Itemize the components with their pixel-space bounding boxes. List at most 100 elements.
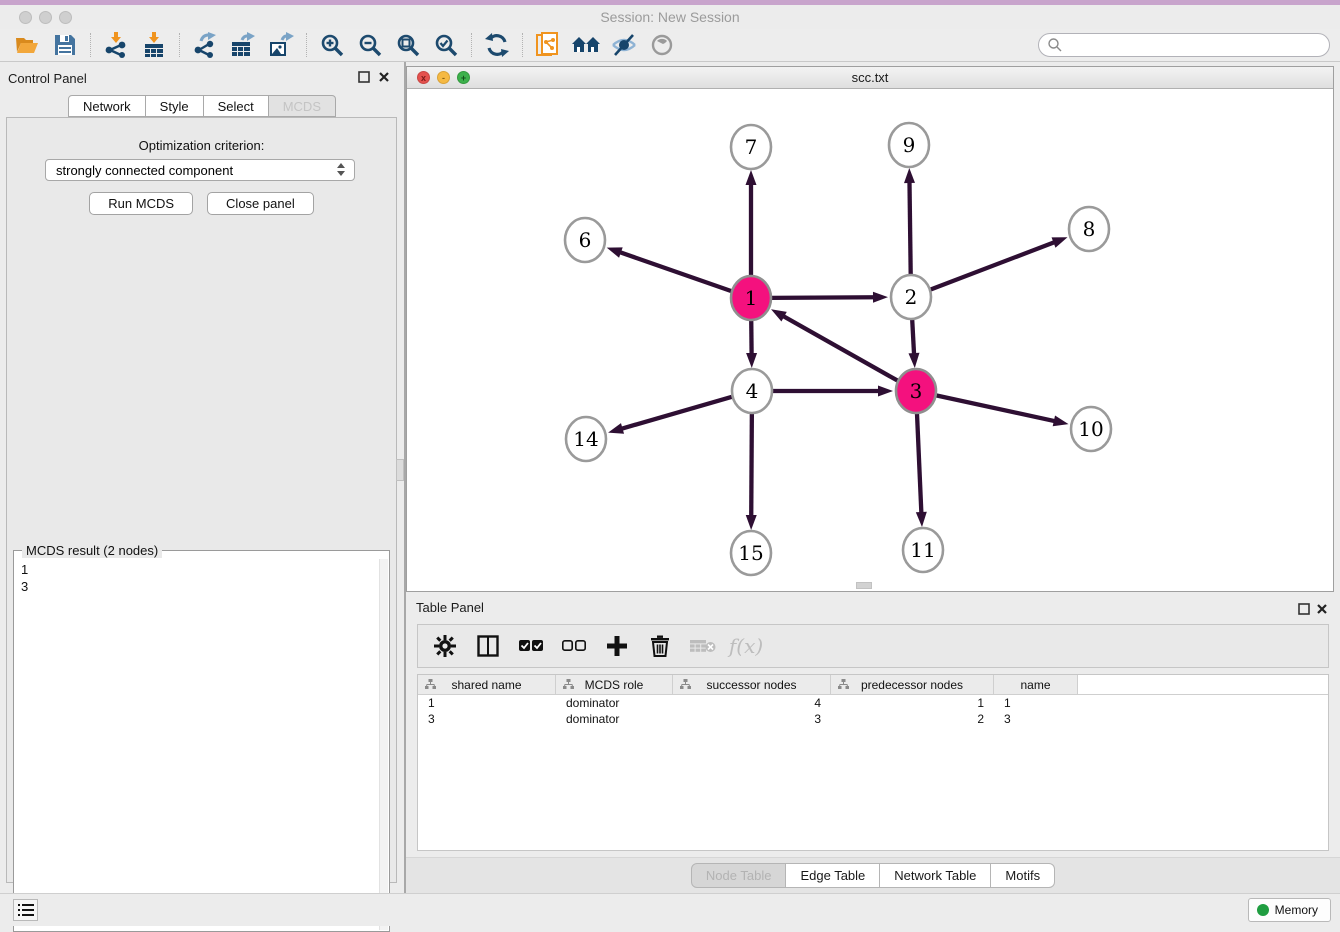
- graph-node-10[interactable]: 10: [1071, 407, 1111, 451]
- column-header-successor-nodes[interactable]: successor nodes: [673, 675, 831, 694]
- table-cell[interactable]: dominator: [556, 695, 673, 711]
- export-network-icon[interactable]: [186, 31, 224, 59]
- app-titlebar: Session: New Session: [0, 5, 1340, 29]
- graph-edge-3-1[interactable]: [781, 315, 898, 381]
- import-table-icon[interactable]: [135, 31, 173, 59]
- mcds-result-list[interactable]: 1 3: [15, 559, 378, 930]
- close-panel-icon[interactable]: [378, 71, 390, 83]
- graph-edge-3-10[interactable]: [936, 395, 1057, 421]
- result-scrollbar[interactable]: [379, 559, 388, 930]
- table-cell[interactable]: 3: [994, 711, 1078, 727]
- network-window-titlebar[interactable]: x - + scc.txt: [407, 67, 1333, 89]
- table-settings-gear-icon[interactable]: [432, 633, 458, 659]
- close-panel-button[interactable]: Close panel: [207, 192, 314, 215]
- tab-motifs[interactable]: Motifs: [991, 863, 1055, 888]
- float-panel-icon[interactable]: [358, 71, 370, 83]
- graph-node-label: 10: [1078, 417, 1103, 441]
- column-header-label: MCDS role: [585, 678, 644, 692]
- delete-table-icon[interactable]: [690, 633, 716, 659]
- graph-edge-1-2[interactable]: [771, 297, 876, 298]
- table-cell[interactable]: 1: [418, 695, 556, 711]
- column-header-MCDS-role[interactable]: MCDS role: [556, 675, 673, 694]
- graph-node-6[interactable]: 6: [565, 218, 605, 262]
- show-column-panel-icon[interactable]: [475, 633, 501, 659]
- column-header-shared-name[interactable]: shared name: [418, 675, 556, 694]
- refresh-layout-icon[interactable]: [478, 31, 516, 59]
- zoom-out-icon[interactable]: [351, 31, 389, 59]
- graph-node-1[interactable]: 1: [731, 276, 771, 320]
- node-table[interactable]: shared name MCDS role successor nodes prede…: [417, 674, 1329, 851]
- graph-node-8[interactable]: 8: [1069, 207, 1109, 251]
- export-table-icon[interactable]: [224, 31, 262, 59]
- table-cell[interactable]: 1: [994, 695, 1078, 711]
- memory-label: Memory: [1275, 903, 1318, 917]
- delete-column-trash-icon[interactable]: [647, 633, 673, 659]
- graph-edge-arrowhead: [771, 309, 787, 321]
- column-header-label: predecessor nodes: [861, 678, 963, 692]
- new-network-from-selection-icon[interactable]: [529, 31, 567, 59]
- search-input[interactable]: [1069, 38, 1329, 52]
- graph-node-3[interactable]: 3: [896, 369, 936, 413]
- zoom-in-icon[interactable]: [313, 31, 351, 59]
- graph-node-2[interactable]: 2: [891, 275, 931, 319]
- run-mcds-button[interactable]: Run MCDS: [89, 192, 193, 215]
- network-graph[interactable]: 7 9 6 8 1 2 4 3 14 10 15 11: [407, 89, 1333, 591]
- create-column-plus-icon[interactable]: [604, 633, 630, 659]
- export-image-icon[interactable]: [262, 31, 300, 59]
- home-ndex-icon[interactable]: [567, 31, 605, 59]
- graph-node-14[interactable]: 14: [566, 417, 606, 461]
- graph-node-7[interactable]: 7: [731, 125, 771, 169]
- float-panel-icon[interactable]: [1298, 603, 1310, 615]
- graph-node-15[interactable]: 15: [731, 531, 771, 575]
- graph-node-11[interactable]: 11: [903, 528, 943, 572]
- memory-button[interactable]: Memory: [1248, 898, 1331, 922]
- save-session-icon[interactable]: [46, 31, 84, 59]
- graph-edge-4-14[interactable]: [620, 397, 733, 430]
- mcds-result-box: MCDS result (2 nodes) 1 3: [13, 550, 390, 932]
- zoom-fit-icon[interactable]: [389, 31, 427, 59]
- column-header-name[interactable]: name: [994, 675, 1078, 694]
- tab-style[interactable]: Style: [146, 95, 204, 117]
- open-file-icon[interactable]: [8, 31, 46, 59]
- graph-edge-1-6[interactable]: [618, 252, 732, 292]
- graph-node-9[interactable]: 9: [889, 123, 929, 167]
- graph-node-label: 1: [745, 286, 758, 310]
- tab-edge-table[interactable]: Edge Table: [786, 863, 880, 888]
- hide-selected-icon[interactable]: [605, 31, 643, 59]
- task-history-button[interactable]: [13, 899, 38, 921]
- graph-edge-2-3[interactable]: [912, 317, 914, 356]
- graph-edge-3-11[interactable]: [917, 411, 922, 515]
- function-builder-icon[interactable]: f(x): [733, 633, 759, 659]
- tab-network[interactable]: Network: [68, 95, 146, 117]
- graph-edge-4-15[interactable]: [751, 411, 752, 518]
- table-cell[interactable]: 4: [673, 695, 831, 711]
- tab-select[interactable]: Select: [204, 95, 269, 117]
- tab-network-table[interactable]: Network Table: [880, 863, 991, 888]
- select-all-icon[interactable]: [518, 633, 544, 659]
- main-window: Session: New Session: [0, 0, 1340, 926]
- table-cell[interactable]: 1: [831, 695, 994, 711]
- table-row[interactable]: 1dominator411: [418, 695, 1328, 711]
- graph-node-4[interactable]: 4: [732, 369, 772, 413]
- table-cell[interactable]: 3: [418, 711, 556, 727]
- criterion-dropdown[interactable]: strongly connected component: [45, 159, 355, 181]
- splitter-grip[interactable]: [396, 459, 404, 481]
- column-header-predecessor-nodes[interactable]: predecessor nodes: [831, 675, 994, 694]
- tab-mcds[interactable]: MCDS: [269, 95, 336, 117]
- zoom-selected-icon[interactable]: [427, 31, 465, 59]
- import-network-icon[interactable]: [97, 31, 135, 59]
- table-cell[interactable]: 3: [673, 711, 831, 727]
- show-all-icon[interactable]: [643, 31, 681, 59]
- graph-edge-2-8[interactable]: [930, 241, 1057, 289]
- memory-status-icon: [1257, 904, 1269, 916]
- network-canvas[interactable]: 7 9 6 8 1 2 4 3 14 10 15 11: [407, 89, 1333, 591]
- search-field[interactable]: [1038, 33, 1330, 57]
- graph-edge-2-9[interactable]: [909, 180, 910, 277]
- table-cell[interactable]: 2: [831, 711, 994, 727]
- table-row[interactable]: 3dominator323: [418, 711, 1328, 727]
- deselect-all-icon[interactable]: [561, 633, 587, 659]
- table-cell[interactable]: dominator: [556, 711, 673, 727]
- network-resize-grip[interactable]: [856, 582, 872, 589]
- tab-node-table[interactable]: Node Table: [691, 863, 787, 888]
- close-panel-icon[interactable]: [1316, 603, 1328, 615]
